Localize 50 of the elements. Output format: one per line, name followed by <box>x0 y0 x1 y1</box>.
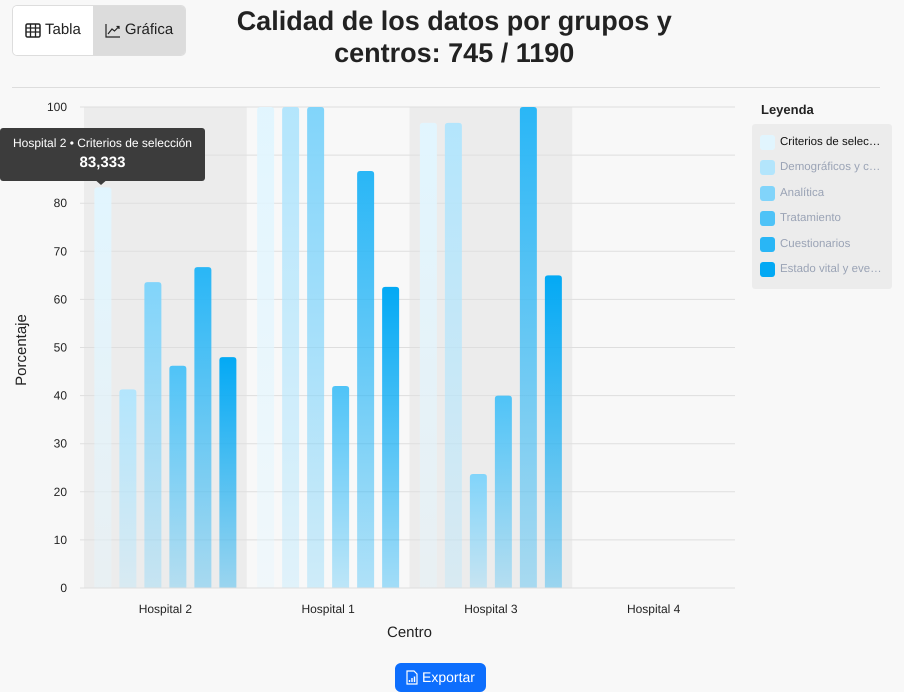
view-tab[interactable]: Tabla <box>13 6 93 55</box>
file-chart-icon <box>406 670 418 685</box>
bar[interactable] <box>194 267 212 588</box>
y-axis-title: Porcentaje <box>13 314 30 386</box>
y-tick-label: 80 <box>54 196 67 210</box>
tooltip-value: 83,333 <box>78 153 126 173</box>
legend-label[interactable]: Analítica <box>780 184 824 202</box>
legend-label[interactable]: Tratamiento <box>780 210 841 228</box>
chart-title: Calidad de los datos por grupos y centros: 745 / 1190 <box>236 5 673 70</box>
x-tick-label: Hospital 2 <box>138 602 192 616</box>
line-chart-icon <box>104 23 121 38</box>
bar[interactable] <box>282 107 300 588</box>
y-tick-label: 40 <box>54 388 67 403</box>
bar[interactable] <box>544 275 562 588</box>
table-icon <box>25 23 41 38</box>
bar[interactable] <box>444 122 462 588</box>
view-tab[interactable]: Gráfica <box>92 6 186 55</box>
legend-label[interactable]: Cuestionarios <box>780 236 850 253</box>
bar[interactable] <box>219 357 236 588</box>
y-tick-label: 0 <box>60 581 67 595</box>
x-tick-label: Hospital 4 <box>626 602 680 616</box>
y-tick-label: 50 <box>54 340 67 354</box>
export-button[interactable]: Exportar <box>395 663 486 692</box>
bar[interactable] <box>119 389 136 588</box>
bar[interactable] <box>382 286 400 588</box>
tooltip-title: Hospital 2 • Criterios de selección <box>12 135 193 152</box>
y-tick-label: 30 <box>54 436 67 451</box>
bar[interactable] <box>257 107 274 588</box>
bar[interactable] <box>470 474 487 588</box>
bar[interactable] <box>144 282 162 588</box>
y-tick-label: 20 <box>54 484 67 499</box>
bar[interactable] <box>307 107 324 588</box>
bar[interactable] <box>332 386 350 588</box>
legend-label[interactable]: Demográficos y c… <box>780 159 880 176</box>
y-tick-label: 60 <box>54 292 67 306</box>
x-tick-label: Hospital 3 <box>464 602 518 616</box>
bar[interactable] <box>357 170 374 588</box>
bar[interactable] <box>169 366 186 588</box>
y-tick-label: 100 <box>46 100 67 114</box>
x-tick-label: Hospital 1 <box>301 602 355 616</box>
legend-label[interactable]: Criterios de selec… <box>780 134 880 151</box>
y-tick-label: 70 <box>54 244 67 258</box>
legend-label[interactable]: Estado vital y eve… <box>780 261 882 278</box>
bar[interactable] <box>420 122 437 588</box>
y-tick-label: 10 <box>54 532 67 547</box>
bar[interactable] <box>520 107 537 588</box>
x-axis-title: Centro <box>386 624 432 641</box>
legend-title: Leyenda <box>761 101 815 119</box>
bar[interactable] <box>94 187 112 588</box>
bar[interactable] <box>494 396 512 588</box>
